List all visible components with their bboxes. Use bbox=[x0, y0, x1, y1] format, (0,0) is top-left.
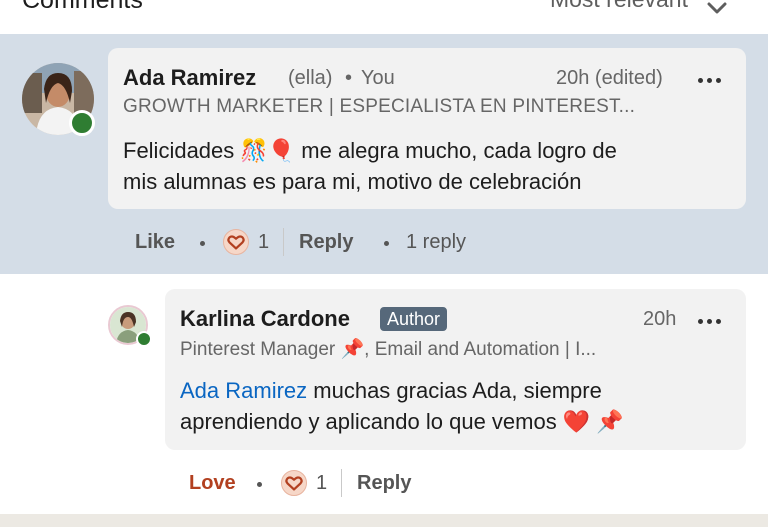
love-button[interactable]: Love bbox=[189, 472, 236, 495]
heart-reaction-icon[interactable] bbox=[223, 229, 249, 255]
reply-timestamp: 20h bbox=[643, 308, 677, 330]
author-relation: You bbox=[361, 67, 395, 89]
separator-dot bbox=[257, 482, 262, 487]
comment-text: Felicidades 🎊🎈 me alegra mucho, cada log… bbox=[123, 135, 738, 197]
comment-author-name[interactable]: Ada Ramirez bbox=[123, 65, 256, 91]
comment-timestamp: 20h (edited) bbox=[556, 67, 663, 89]
comments-title: Comments bbox=[22, 0, 143, 14]
reply-button[interactable]: Reply bbox=[357, 472, 411, 495]
author-headline: GROWTH MARKETER | ESPECIALISTA EN PINTER… bbox=[123, 96, 636, 117]
reply-text-line-2: aprendiendo y aplicando lo que vemos ❤️ … bbox=[180, 409, 624, 434]
chevron-down-icon[interactable] bbox=[706, 2, 728, 16]
reaction-count[interactable]: 1 bbox=[258, 231, 269, 254]
mention-link[interactable]: Ada Ramirez bbox=[180, 378, 307, 403]
separator-dot: • bbox=[345, 67, 353, 89]
action-divider bbox=[341, 469, 342, 497]
comment-text-line-1: Felicidades 🎊🎈 me alegra mucho, cada log… bbox=[123, 138, 617, 163]
sort-dropdown[interactable]: Most relevant bbox=[550, 0, 688, 13]
reply-text-line-1: Ada Ramirez muchas gracias Ada, siempre bbox=[180, 375, 740, 406]
reply-author-headline: Pinterest Manager 📌, Email and Automatio… bbox=[180, 339, 597, 360]
more-options-icon[interactable] bbox=[698, 77, 724, 85]
more-options-icon[interactable] bbox=[698, 318, 724, 326]
comment-text-line-2: mis alumnas es para mi, motivo de celebr… bbox=[123, 169, 582, 194]
reply-text-line-1-rest: muchas gracias Ada, siempre bbox=[307, 378, 602, 403]
reply-author-name[interactable]: Karlina Cardone bbox=[180, 306, 350, 332]
comments-header: Comments Most relevant bbox=[0, 0, 768, 34]
reply-button[interactable]: Reply bbox=[299, 231, 353, 254]
presence-dot-icon bbox=[136, 331, 152, 347]
action-divider bbox=[283, 228, 284, 256]
replies-count-link[interactable]: 1 reply bbox=[406, 231, 466, 254]
author-pronouns: (ella) bbox=[288, 67, 333, 89]
comment-bubble: Ada Ramirez (ella) • You 20h (edited) GR… bbox=[108, 48, 746, 209]
presence-dot-icon bbox=[69, 110, 95, 136]
author-badge: Author bbox=[380, 307, 448, 331]
reply-bubble: Karlina Cardone Author 20h Pinterest Man… bbox=[165, 289, 746, 450]
separator-dot bbox=[200, 241, 205, 246]
reaction-count[interactable]: 1 bbox=[316, 472, 327, 495]
sort-label: Most relevant bbox=[550, 0, 688, 12]
comments-panel: Comments Most relevant Ada Ramirez (ella… bbox=[0, 0, 768, 527]
reply-text: Ada Ramirez muchas gracias Ada, siempre … bbox=[180, 375, 740, 437]
heart-reaction-icon[interactable] bbox=[281, 470, 307, 496]
bottom-divider bbox=[0, 514, 768, 527]
separator-dot bbox=[384, 241, 389, 246]
like-button[interactable]: Like bbox=[135, 231, 175, 254]
